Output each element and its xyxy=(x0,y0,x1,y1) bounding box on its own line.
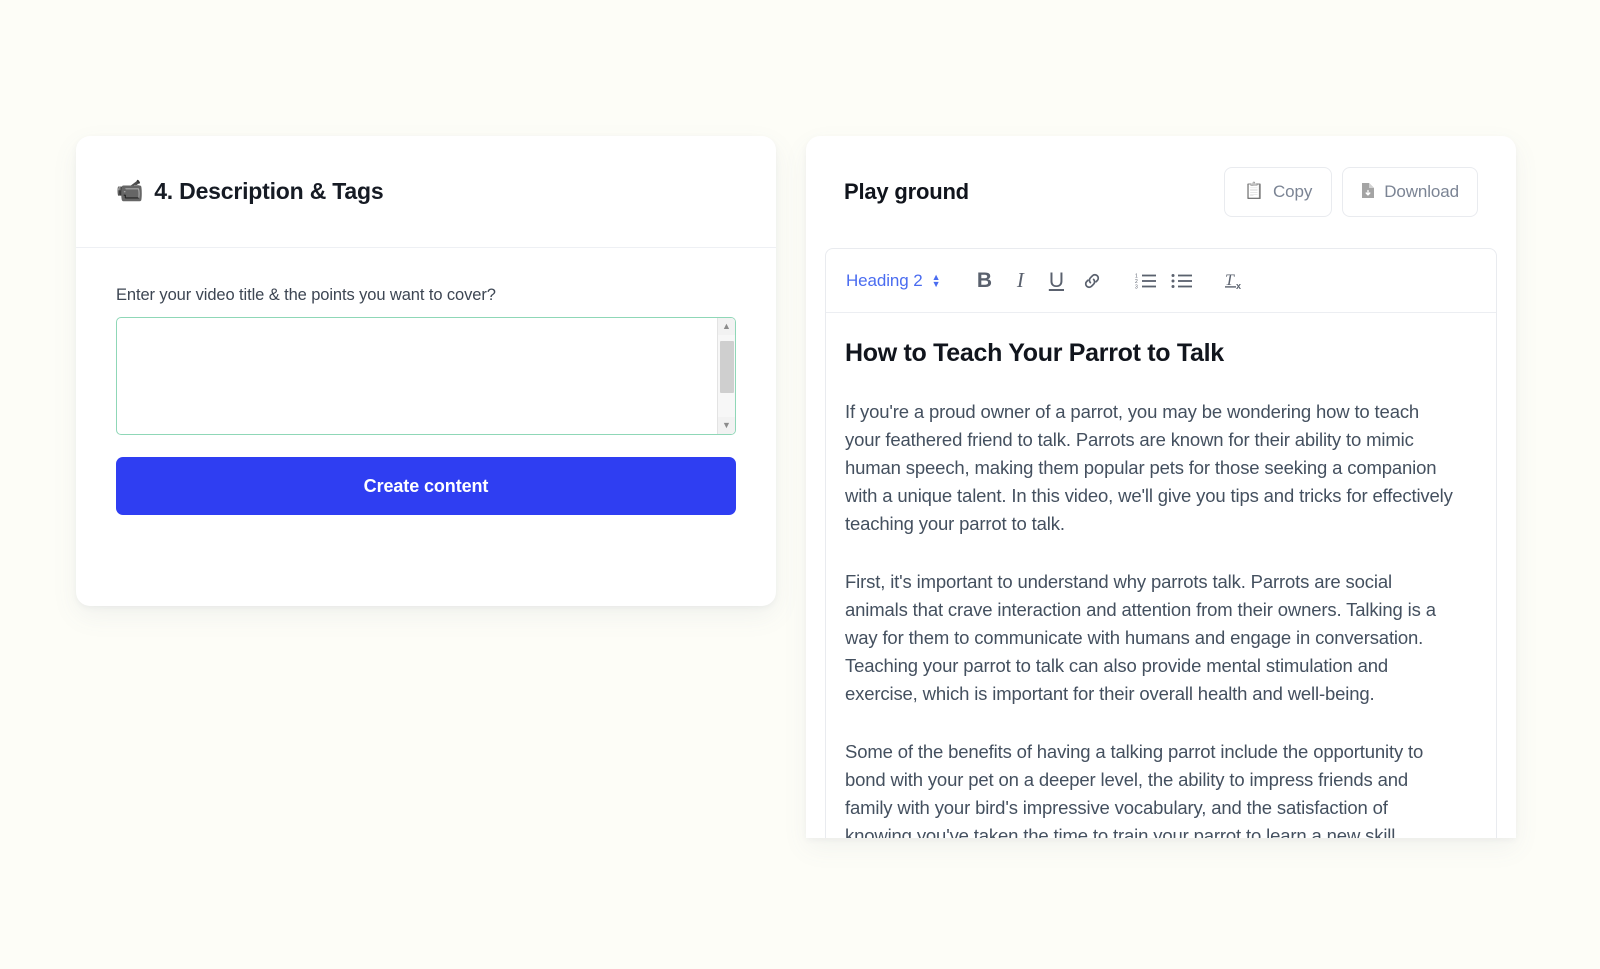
download-button-label: Download xyxy=(1384,182,1459,201)
video-title-field-label: Enter your video title & the points you … xyxy=(116,286,496,304)
list-group: 1 2 3 xyxy=(1128,263,1200,299)
editor-toolbar: Heading 2 ▲ ▼ B I U 1 2 3 T x xyxy=(826,249,1496,313)
video-camera-icon: 📹 xyxy=(116,177,144,203)
copy-button-label: Copy xyxy=(1272,182,1313,201)
left-card-header: 📹 4. Description & Tags xyxy=(76,136,776,248)
block-format-select[interactable]: Heading 2 ▲ ▼ xyxy=(846,270,941,291)
video-points-textarea-value[interactable]: How to teach you parrot to talk Why do p… xyxy=(117,318,717,434)
rich-text-editor: Heading 2 ▲ ▼ B I U 1 2 3 T x How to Tea… xyxy=(825,248,1497,838)
document-paragraph: First, it's important to understand why … xyxy=(845,571,1436,704)
copy-button[interactable]: 📋 Copy xyxy=(1224,167,1333,217)
svg-text:x: x xyxy=(1236,281,1241,291)
left-card-body: Enter your video title & the points you … xyxy=(76,248,776,515)
scrollbar-track[interactable] xyxy=(717,335,735,417)
document-paragraph: If you're a proud owner of a parrot, you… xyxy=(845,401,1453,534)
document-heading: How to Teach Your Parrot to Talk xyxy=(845,339,1224,367)
link-button[interactable] xyxy=(1074,263,1110,299)
scroll-up-arrow-icon[interactable]: ▲ xyxy=(717,318,735,335)
playground-card: Play ground 📋 Copy Download Heading 2 ▲ … xyxy=(806,136,1516,838)
page-title-text: 4. Description & Tags xyxy=(154,178,384,204)
playground-actions: 📋 Copy Download xyxy=(1224,167,1478,217)
document-paragraph: Some of the benefits of having a talking… xyxy=(845,741,1424,838)
editor-document[interactable]: How to Teach Your Parrot to Talk If you'… xyxy=(826,313,1496,838)
block-format-value: Heading 2 xyxy=(846,270,923,290)
ordered-list-button[interactable]: 1 2 3 xyxy=(1128,263,1164,299)
video-points-textarea[interactable]: How to teach you parrot to talk Why do p… xyxy=(116,317,736,435)
scrollbar-thumb[interactable] xyxy=(719,341,734,393)
chevron-up-down-icon: ▲ ▼ xyxy=(931,271,941,289)
page-title: 📹 4. Description & Tags xyxy=(116,177,384,205)
app-root: 📹 4. Description & Tags Enter your video… xyxy=(0,0,1600,969)
description-and-tags-card: 📹 4. Description & Tags Enter your video… xyxy=(76,136,776,606)
underline-button[interactable]: U xyxy=(1038,263,1074,299)
italic-button[interactable]: I xyxy=(1002,263,1038,299)
bullet-list-button[interactable] xyxy=(1164,263,1200,299)
scroll-down-arrow-icon[interactable]: ▼ xyxy=(717,417,735,434)
create-content-button[interactable]: Create content xyxy=(116,457,736,515)
text-style-group: B I U xyxy=(966,263,1110,299)
clear-formatting-button[interactable]: T x xyxy=(1218,263,1254,299)
playground-header: Play ground 📋 Copy Download xyxy=(806,136,1516,248)
clipboard-icon: 📋 xyxy=(1244,183,1264,200)
bold-button[interactable]: B xyxy=(966,263,1002,299)
textarea-scrollbar[interactable]: ▲ ▼ xyxy=(717,318,735,434)
playground-title: Play ground xyxy=(844,179,969,204)
download-button[interactable]: Download xyxy=(1342,167,1478,217)
svg-text:3: 3 xyxy=(1135,284,1138,290)
download-file-icon xyxy=(1361,182,1375,203)
